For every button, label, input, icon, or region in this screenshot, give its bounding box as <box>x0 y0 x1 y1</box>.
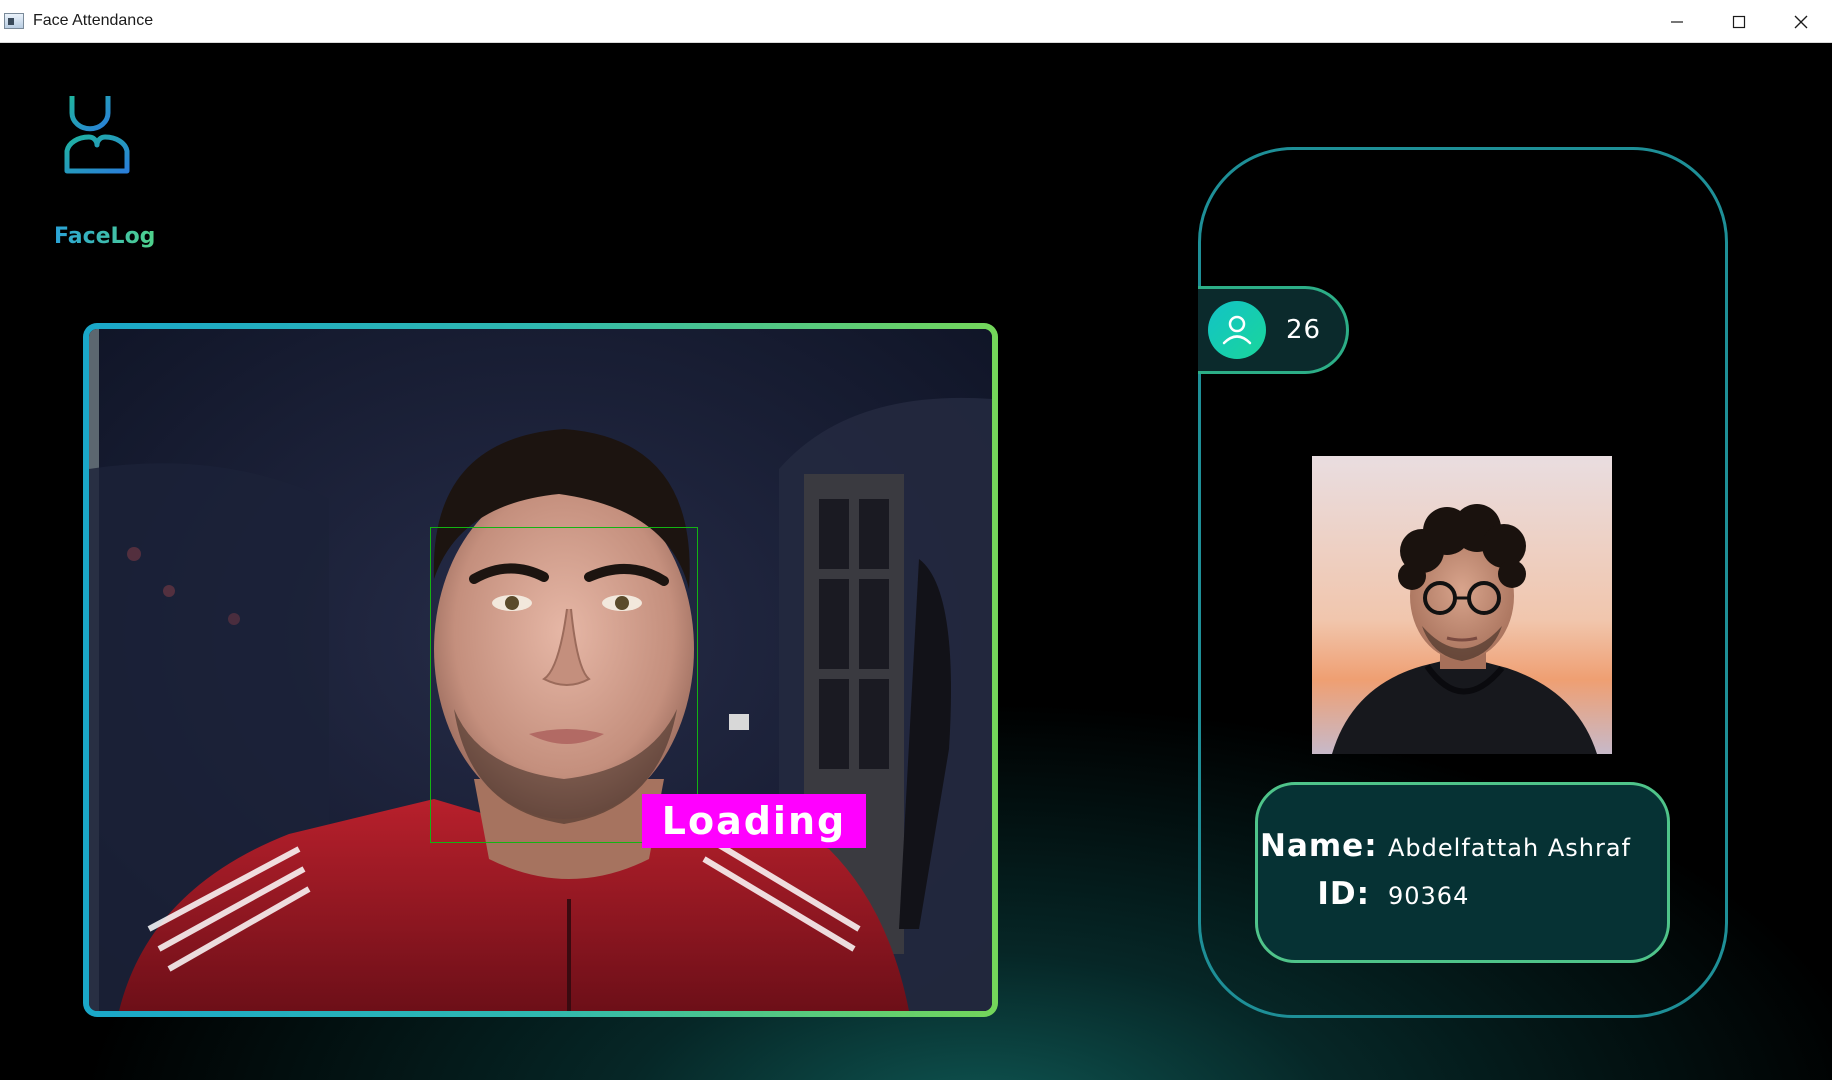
status-label: Loading <box>642 794 866 848</box>
app-window-icon <box>4 13 24 29</box>
close-button[interactable] <box>1770 0 1832 43</box>
name-row: Name: Abdelfattah Ashraf <box>1260 828 1631 864</box>
minimize-button[interactable] <box>1646 0 1708 43</box>
name-label: Name: <box>1260 828 1378 864</box>
maximize-icon <box>1732 15 1746 28</box>
window-controls <box>1646 0 1832 43</box>
user-avatar-icon <box>1208 301 1266 359</box>
logo-text: FaceLog <box>54 224 156 249</box>
maximize-button[interactable] <box>1708 0 1770 43</box>
graduate-icon <box>64 93 130 174</box>
window-titlebar: Face Attendance <box>0 0 1832 43</box>
attendance-count: 26 <box>1286 315 1322 345</box>
camera-feed-frame: Loading <box>83 323 998 1017</box>
id-value: 90364 <box>1388 882 1470 910</box>
id-row: ID: 90364 <box>1260 876 1469 912</box>
minimize-icon <box>1671 20 1683 23</box>
window-title: Face Attendance <box>33 12 154 29</box>
attendance-counter: 26 <box>1198 286 1349 374</box>
camera-feed: Loading <box>89 329 992 1011</box>
id-label: ID: <box>1317 876 1370 912</box>
close-icon <box>1794 15 1808 28</box>
student-details-card: Name: Abdelfattah Ashraf ID: 90364 <box>1255 782 1670 963</box>
app-canvas: FaceLog Loading 26 Name: Abdelfattah Ash… <box>0 43 1832 1080</box>
name-value: Abdelfattah Ashraf <box>1388 834 1631 862</box>
student-photo <box>1312 456 1612 754</box>
